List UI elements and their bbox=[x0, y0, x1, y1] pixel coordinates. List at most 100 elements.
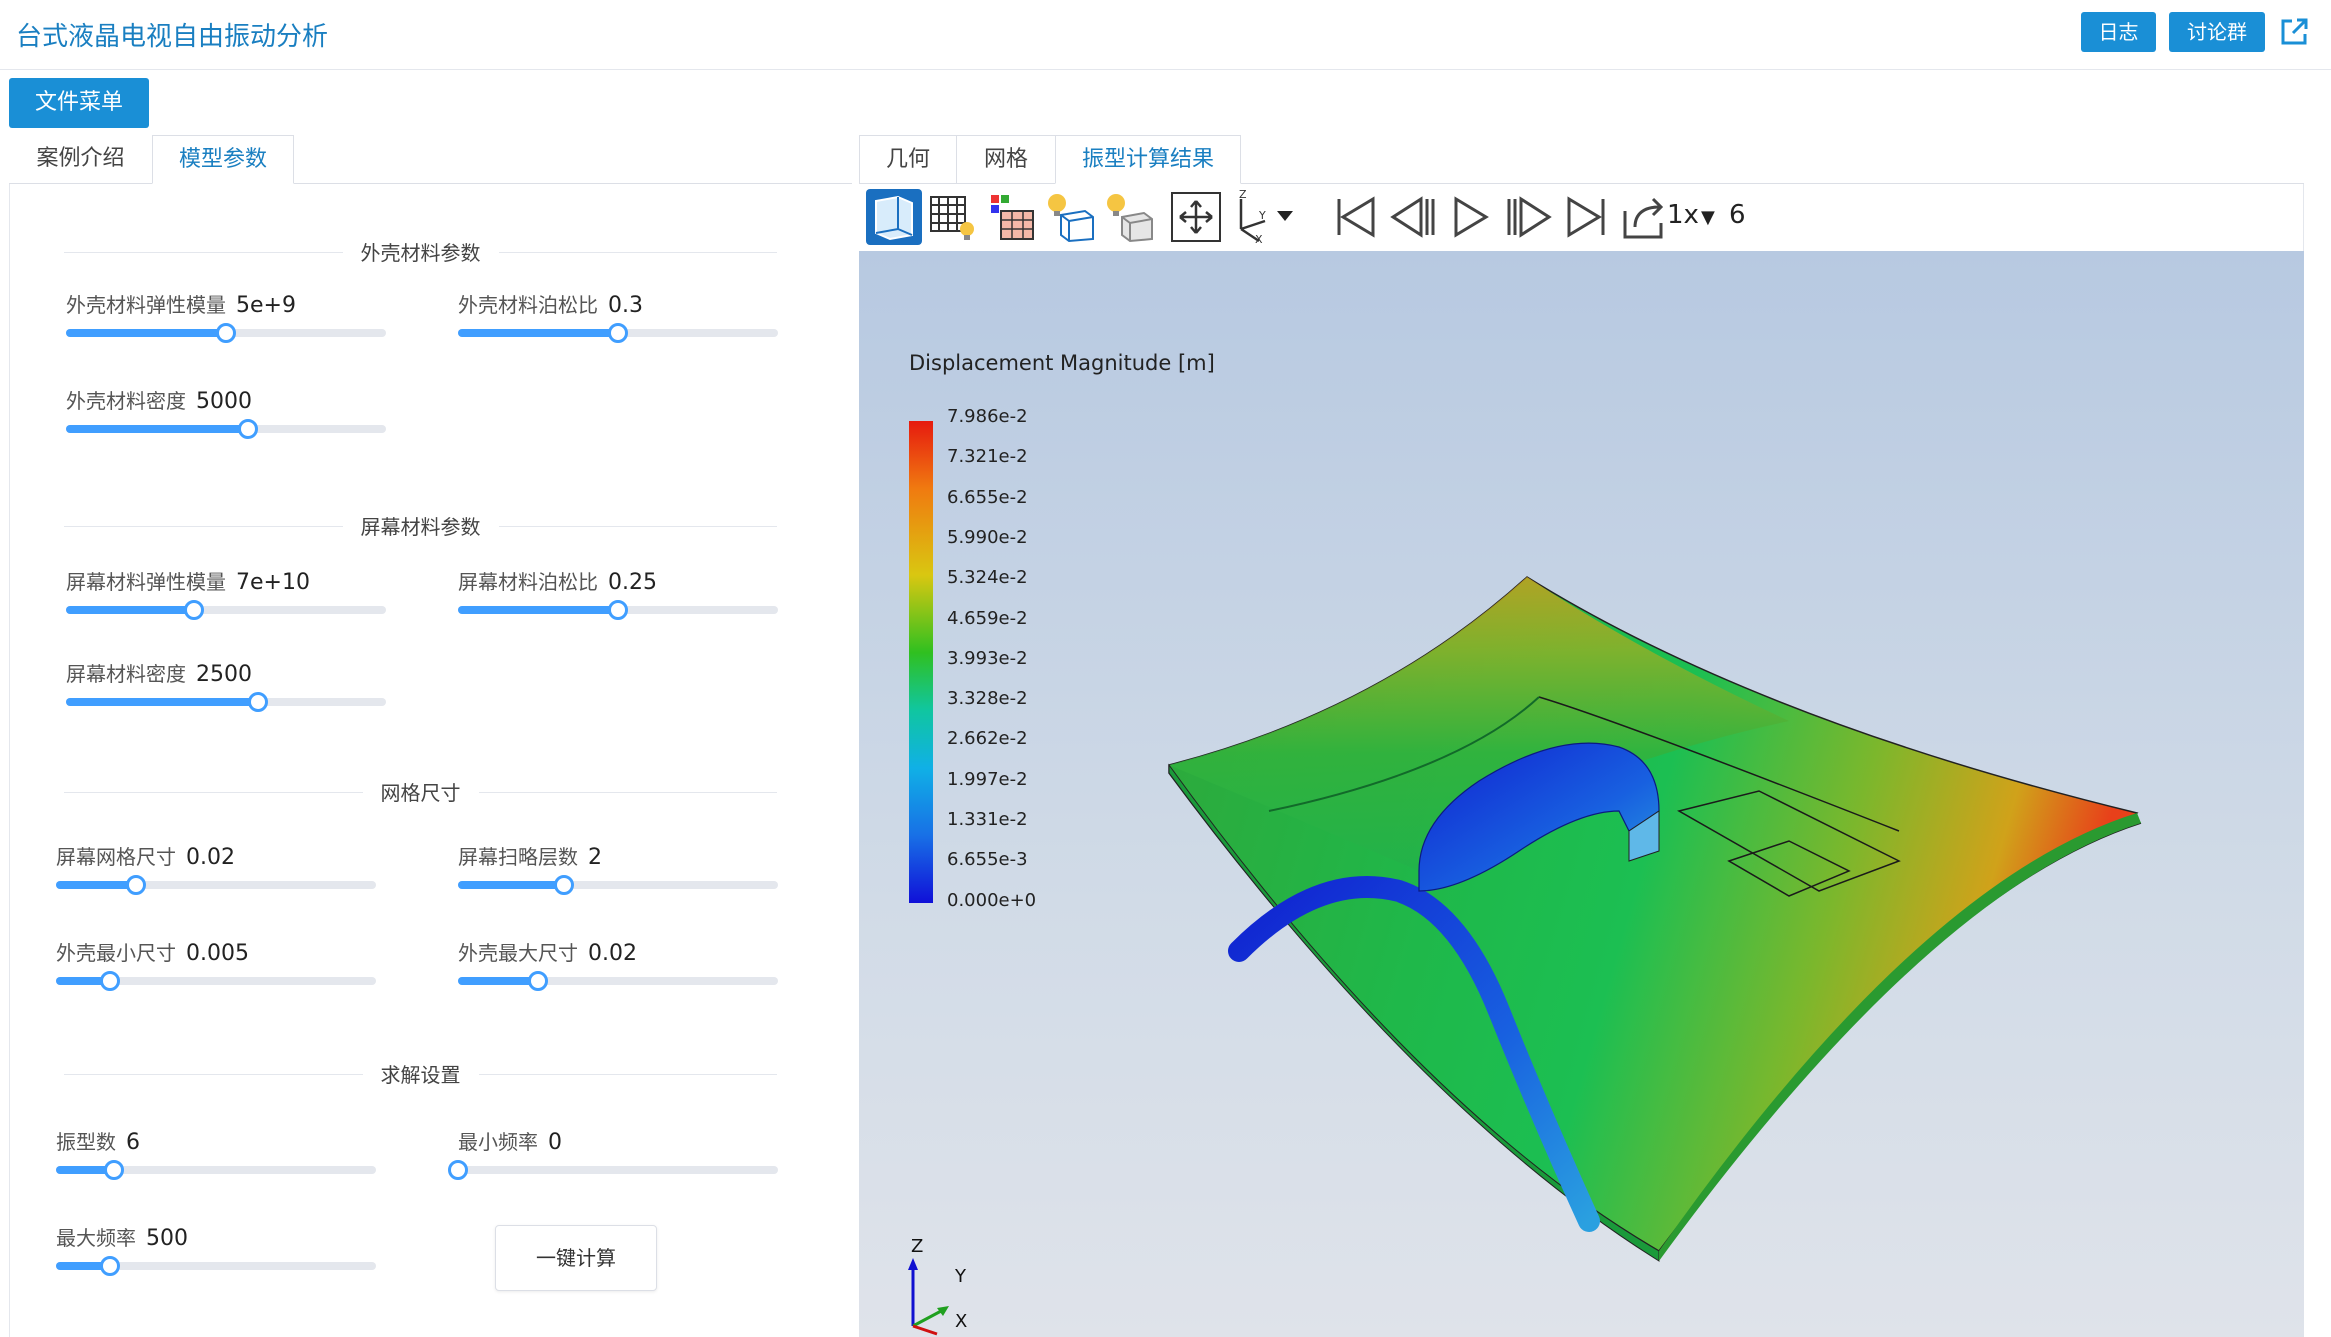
viewer-toolbar: Z Y X 1x ▼ 6 bbox=[859, 184, 2304, 251]
wireframe-light-icon[interactable] bbox=[1043, 189, 1099, 245]
deformed-tv-model bbox=[1168, 576, 2142, 1262]
param-min-freq: 最小频率 0 bbox=[448, 1126, 788, 1196]
screen-poisson-slider[interactable] bbox=[458, 600, 778, 620]
param-label: 屏幕材料弹性模量 bbox=[66, 570, 226, 594]
mode-count-slider[interactable] bbox=[56, 1160, 376, 1180]
file-menu-button[interactable]: 文件菜单 bbox=[9, 78, 149, 128]
shell-density-slider[interactable] bbox=[66, 419, 386, 439]
min-freq-slider[interactable] bbox=[448, 1160, 778, 1180]
param-label: 屏幕材料密度 bbox=[66, 662, 186, 686]
external-link-icon[interactable] bbox=[2278, 16, 2310, 48]
slider-handle[interactable] bbox=[528, 971, 548, 991]
section-header-mesh: 网格尺寸 bbox=[64, 777, 777, 807]
param-value: 6 bbox=[126, 1130, 140, 1155]
param-label: 外壳最大尺寸 bbox=[458, 941, 578, 965]
shell-min-size-slider[interactable] bbox=[56, 971, 376, 991]
param-value: 0.3 bbox=[608, 293, 643, 318]
screen-density-slider[interactable] bbox=[66, 692, 386, 712]
slider-handle[interactable] bbox=[184, 600, 204, 620]
slider-handle[interactable] bbox=[248, 692, 268, 712]
param-shell-max-size: 外壳最大尺寸 0.02 bbox=[458, 937, 788, 1007]
discussion-group-button[interactable]: 讨论群 bbox=[2169, 12, 2265, 52]
param-max-freq: 最大频率 500 bbox=[56, 1222, 386, 1292]
screen-modulus-slider[interactable] bbox=[66, 600, 386, 620]
color-map-icon[interactable] bbox=[985, 189, 1041, 245]
slider-handle[interactable] bbox=[100, 1256, 121, 1276]
param-value: 7e+10 bbox=[236, 570, 310, 595]
sweep-layers-slider[interactable] bbox=[458, 875, 778, 895]
shell-modulus-slider[interactable] bbox=[66, 323, 386, 343]
fit-view-icon[interactable] bbox=[1168, 189, 1224, 245]
speed-dropdown-icon: ▼ bbox=[1700, 207, 1715, 228]
first-frame-icon[interactable] bbox=[1327, 189, 1383, 245]
param-label: 外壳最小尺寸 bbox=[56, 941, 176, 965]
tab-mesh[interactable]: 网格 bbox=[957, 135, 1055, 184]
section-header-shell: 外壳材料参数 bbox=[64, 237, 777, 267]
param-shell-modulus: 外壳材料弹性模量 5e+9 bbox=[66, 289, 396, 359]
section-header-screen: 屏幕材料参数 bbox=[64, 511, 777, 541]
param-value: 2500 bbox=[196, 662, 252, 687]
slider-handle[interactable] bbox=[553, 875, 574, 895]
chevron-down-icon[interactable] bbox=[1273, 189, 1297, 245]
param-label: 振型数 bbox=[56, 1130, 116, 1154]
param-value: 0.005 bbox=[186, 941, 249, 966]
play-icon[interactable] bbox=[1442, 189, 1498, 245]
slider-handle[interactable] bbox=[238, 419, 259, 439]
param-screen-density: 屏幕材料密度 2500 bbox=[66, 658, 396, 728]
param-label: 最小频率 bbox=[458, 1130, 538, 1154]
3d-viewport[interactable]: Displacement Magnitude [m] 7.986e-2 7.32… bbox=[859, 251, 2304, 1337]
param-value: 0.02 bbox=[186, 845, 235, 870]
section-title-mesh: 网格尺寸 bbox=[362, 781, 479, 805]
param-value: 0.25 bbox=[608, 570, 657, 595]
param-label: 屏幕网格尺寸 bbox=[56, 845, 176, 869]
axis-label-z: Z bbox=[911, 1236, 924, 1257]
axis-label-y: Y bbox=[955, 1266, 966, 1287]
slider-handle[interactable] bbox=[608, 600, 628, 620]
tab-case-intro[interactable]: 案例介绍 bbox=[9, 135, 152, 184]
svg-text:X: X bbox=[1255, 233, 1263, 245]
next-frame-icon[interactable] bbox=[1501, 189, 1557, 245]
param-screen-poisson: 屏幕材料泊松比 0.25 bbox=[458, 566, 788, 636]
box-light-icon[interactable] bbox=[1102, 189, 1158, 245]
surface-view-icon[interactable] bbox=[866, 189, 922, 245]
tab-model-params[interactable]: 模型参数 bbox=[152, 135, 294, 184]
param-value: 500 bbox=[146, 1226, 188, 1251]
param-label: 外壳材料泊松比 bbox=[458, 293, 598, 317]
param-label: 屏幕材料泊松比 bbox=[458, 570, 598, 594]
one-click-compute-button[interactable]: 一键计算 bbox=[495, 1225, 657, 1291]
param-screen-modulus: 屏幕材料弹性模量 7e+10 bbox=[66, 566, 396, 636]
tab-geometry[interactable]: 几何 bbox=[859, 135, 957, 184]
slider-handle[interactable] bbox=[608, 323, 628, 343]
prev-frame-icon[interactable] bbox=[1385, 189, 1441, 245]
param-value: 5e+9 bbox=[236, 293, 296, 318]
slider-handle[interactable] bbox=[448, 1160, 468, 1180]
slider-handle[interactable] bbox=[216, 323, 236, 343]
mesh-view-icon[interactable] bbox=[925, 189, 981, 245]
section-title-shell: 外壳材料参数 bbox=[342, 241, 499, 265]
last-frame-icon[interactable] bbox=[1559, 189, 1615, 245]
axis-label-x: X bbox=[955, 1311, 968, 1332]
tab-mode-results[interactable]: 振型计算结果 bbox=[1055, 135, 1241, 184]
section-header-solver: 求解设置 bbox=[64, 1059, 777, 1089]
slider-handle[interactable] bbox=[100, 971, 121, 991]
param-label: 屏幕扫略层数 bbox=[458, 845, 578, 869]
param-value: 5000 bbox=[196, 389, 252, 414]
screen-mesh-slider[interactable] bbox=[56, 875, 376, 895]
shell-poisson-slider[interactable] bbox=[458, 323, 778, 343]
section-title-solver: 求解设置 bbox=[362, 1063, 479, 1087]
svg-text:Y: Y bbox=[1258, 209, 1266, 222]
param-value: 0.02 bbox=[588, 941, 637, 966]
speed-label: 1x bbox=[1667, 200, 1699, 230]
max-freq-slider[interactable] bbox=[56, 1256, 376, 1276]
svg-text:Z: Z bbox=[1239, 189, 1247, 201]
param-screen-mesh: 屏幕网格尺寸 0.02 bbox=[56, 841, 386, 911]
export-icon[interactable] bbox=[1617, 189, 1673, 245]
shell-max-size-slider[interactable] bbox=[458, 971, 778, 991]
slider-handle[interactable] bbox=[103, 1160, 124, 1180]
log-button[interactable]: 日志 bbox=[2081, 12, 2156, 52]
param-label: 最大频率 bbox=[56, 1226, 136, 1250]
playback-speed-select[interactable]: 1x ▼ bbox=[1667, 200, 1715, 230]
param-label: 外壳材料密度 bbox=[66, 389, 186, 413]
slider-handle[interactable] bbox=[126, 875, 146, 895]
app-title: 台式液晶电视自由振动分析 bbox=[16, 22, 329, 52]
